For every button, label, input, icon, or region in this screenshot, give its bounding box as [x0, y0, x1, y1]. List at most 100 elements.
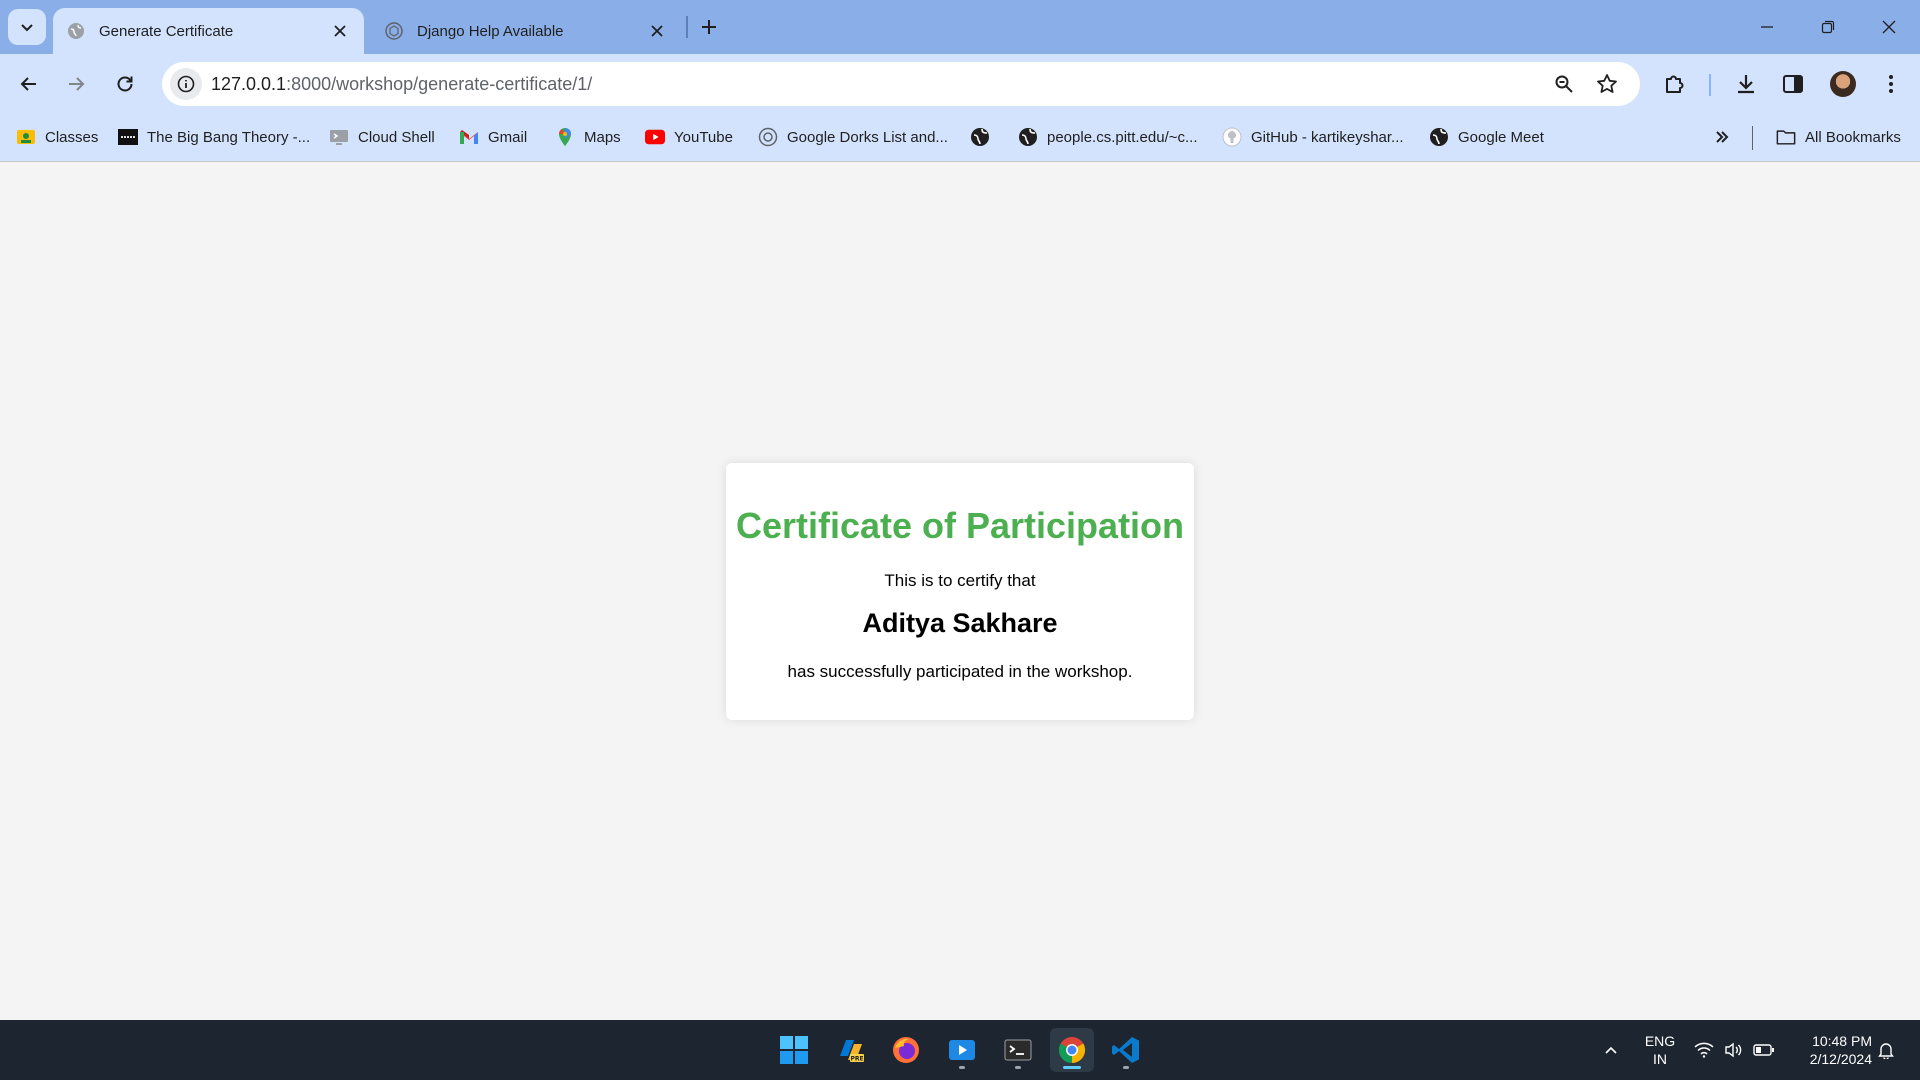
running-indicator: [1123, 1066, 1129, 1069]
tab-close-button[interactable]: [330, 21, 350, 41]
all-bookmarks-button[interactable]: All Bookmarks: [1776, 124, 1901, 150]
volume-icon: [1725, 1042, 1742, 1058]
bookmark-gmail[interactable]: Gmail: [459, 124, 527, 150]
chrome-app[interactable]: [1050, 1028, 1094, 1072]
tab-close-button[interactable]: [647, 21, 667, 41]
bookmark-label: Google Dorks List and...: [787, 128, 948, 146]
media-player-app[interactable]: [940, 1028, 984, 1072]
notifications-button[interactable]: [1872, 1020, 1900, 1080]
bookmark-people-cs-pitt[interactable]: people.cs.pitt.edu/~c...: [1018, 124, 1198, 150]
bookmark-google-dorks[interactable]: Google Dorks List and...: [758, 124, 948, 150]
page-content: Certificate of Participation This is to …: [0, 162, 1920, 1020]
new-tab-button[interactable]: [694, 13, 724, 41]
address-bar[interactable]: 127.0.0.1:8000/workshop/generate-certifi…: [162, 62, 1640, 106]
all-bookmarks-label: All Bookmarks: [1805, 128, 1901, 146]
media-player-icon: [949, 1040, 975, 1060]
svg-text:PRE: PRE: [850, 1056, 863, 1063]
bookmark-youtube[interactable]: YouTube: [645, 124, 733, 150]
bookmark-github[interactable]: GitHub - kartikeyshar...: [1222, 124, 1404, 150]
github-icon: [1222, 127, 1242, 147]
start-button[interactable]: [772, 1028, 816, 1072]
bookmark-cloud-shell[interactable]: Cloud Shell: [329, 124, 435, 150]
bookmarks-overflow-button[interactable]: [1714, 124, 1730, 150]
site-info-button[interactable]: [170, 68, 202, 100]
bookmarks-separator: [1752, 126, 1753, 150]
windows-start-icon: [780, 1036, 808, 1064]
cloud-shell-icon: [329, 127, 349, 147]
bookmark-star-button[interactable]: [1593, 70, 1621, 98]
language-code: ENG: [1644, 1033, 1676, 1049]
chevron-down-icon: [21, 24, 33, 32]
puzzle-icon: [1666, 75, 1684, 93]
region-code: IN: [1653, 1051, 1667, 1067]
certificate-card: Certificate of Participation This is to …: [726, 463, 1194, 720]
bookmark-globe-unnamed[interactable]: [970, 124, 999, 150]
arrow-left-icon: [20, 77, 36, 91]
more-vertical-icon: [1889, 75, 1893, 93]
globe-icon: [970, 127, 990, 147]
show-hidden-icons-button[interactable]: [1596, 1020, 1626, 1080]
arrow-right-icon: [69, 77, 85, 91]
close-window-button[interactable]: [1869, 13, 1909, 41]
bookmark-classes[interactable]: Classes: [16, 124, 98, 150]
bookmark-label: Classes: [45, 128, 99, 146]
close-icon: [334, 25, 346, 37]
extensions-button[interactable]: [1657, 66, 1693, 102]
restore-button[interactable]: [1808, 13, 1848, 41]
tab-title: Generate Certificate: [99, 22, 234, 40]
profile-avatar[interactable]: [1830, 71, 1856, 97]
bookmark-label: GitHub - kartikeyshar...: [1251, 128, 1404, 146]
url-text[interactable]: 127.0.0.1:8000/workshop/generate-certifi…: [211, 74, 592, 95]
zoom-button[interactable]: [1550, 70, 1578, 98]
tab-generate-certificate[interactable]: Generate Certificate: [53, 8, 364, 54]
bookmark-label: Cloud Shell: [358, 128, 435, 146]
copilot-pre-icon: PRE: [840, 1040, 864, 1063]
tab-divider: [686, 16, 688, 38]
terminal-app[interactable]: [996, 1028, 1040, 1072]
forward-button[interactable]: [58, 66, 94, 102]
menu-button[interactable]: [1873, 66, 1909, 102]
certificate-closing-text: has successfully participated in the wor…: [787, 662, 1133, 681]
participant-name: Aditya Sakhare: [862, 608, 1058, 638]
restore-icon: [1821, 20, 1835, 34]
minimize-button[interactable]: [1747, 13, 1787, 41]
reload-button[interactable]: [107, 66, 143, 102]
bookmark-label: people.cs.pitt.edu/~c...: [1047, 128, 1198, 146]
system-clock[interactable]: 10:48 PM 2/12/2024: [1790, 1032, 1872, 1068]
chatgpt-icon: [385, 22, 403, 40]
volume-status[interactable]: [1720, 1020, 1748, 1080]
certificate-title: Certificate of Participation: [735, 505, 1185, 546]
bookmark-label: YouTube: [674, 128, 733, 146]
chrome-icon: [1058, 1037, 1086, 1064]
gmail-icon: [459, 127, 479, 147]
bookmark-big-bang-theory[interactable]: The Big Bang Theory -...: [118, 124, 310, 150]
minimize-icon: [1761, 26, 1773, 28]
bookmark-label: Maps: [584, 128, 621, 146]
tv-icon: [118, 127, 138, 147]
downloads-button[interactable]: [1728, 66, 1764, 102]
firefox-app[interactable]: [884, 1028, 928, 1072]
bookmark-google-meet[interactable]: Google Meet: [1429, 124, 1544, 150]
side-panel-icon: [1783, 75, 1803, 93]
side-panel-button[interactable]: [1775, 66, 1811, 102]
battery-status[interactable]: [1750, 1020, 1778, 1080]
google-dorks-icon: [758, 127, 778, 147]
certificate-intro-text: This is to certify that: [884, 571, 1036, 590]
bell-icon: [1878, 1043, 1894, 1059]
bookmark-maps[interactable]: Maps: [555, 124, 621, 150]
terminal-icon: [1004, 1039, 1032, 1061]
info-icon: [177, 75, 195, 93]
vscode-app[interactable]: [1104, 1028, 1148, 1072]
language-indicator[interactable]: ENG IN: [1640, 1032, 1680, 1068]
url-host: 127.0.0.1: [211, 74, 287, 94]
tab-search-button[interactable]: [8, 9, 46, 45]
copilot-pre-app[interactable]: PRE: [828, 1028, 872, 1072]
globe-icon: [1429, 127, 1449, 147]
tab-django-help[interactable]: Django Help Available: [371, 8, 681, 54]
back-button[interactable]: [11, 66, 47, 102]
wifi-icon: [1694, 1042, 1714, 1058]
toolbar-separator: [1709, 74, 1711, 96]
reload-icon: [117, 76, 133, 92]
wifi-status[interactable]: [1690, 1020, 1718, 1080]
bookmark-label: Google Meet: [1458, 128, 1544, 146]
